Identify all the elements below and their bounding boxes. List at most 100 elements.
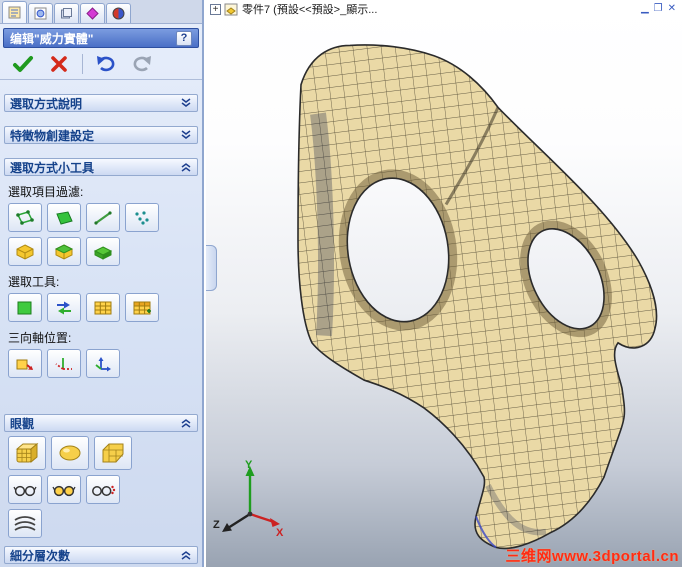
glasses-wireframe-icon — [13, 485, 37, 496]
triad-align-icon — [95, 356, 111, 371]
select-faces-button[interactable] — [8, 293, 42, 322]
chevron-down-icon — [180, 98, 192, 108]
tab-display-manager[interactable] — [54, 3, 79, 23]
swap-selection-icon — [57, 301, 71, 314]
part-document-icon — [224, 3, 238, 15]
filter-body-flat-button[interactable] — [86, 237, 120, 266]
isoparm-layers-button[interactable] — [8, 509, 42, 538]
green-check-icon — [13, 55, 33, 72]
display-cage-cut-button[interactable] — [94, 436, 132, 470]
filter-body-flat-icon — [93, 245, 113, 260]
filter-body-face-icon — [54, 243, 74, 260]
orientation-triad: Y X Z — [213, 459, 284, 539]
glasses-wireframe-button[interactable] — [8, 475, 42, 504]
swap-selection-button[interactable] — [47, 293, 81, 322]
section-subdivision[interactable]: 細分層次數 — [4, 546, 198, 564]
section-selection-help[interactable]: 選取方式說明 — [4, 94, 198, 112]
group-label-selection-filter: 選取項目過濾: — [8, 185, 84, 199]
view-icon-row-1 — [0, 436, 202, 470]
display-cage-cut-icon — [102, 443, 124, 463]
magenta-diamond-icon — [86, 7, 99, 20]
section-selection-tools[interactable]: 選取方式小工具 — [4, 158, 198, 176]
glasses-points-button[interactable] — [86, 475, 120, 504]
tab-configuration[interactable] — [28, 3, 53, 23]
window-controls: ▁ ❐ ✕ — [641, 4, 676, 14]
section-feature-create[interactable]: 特徵物創建設定 — [4, 126, 198, 144]
minimize-icon[interactable]: ▁ — [641, 4, 649, 14]
filter-icon-row-2 — [0, 237, 202, 266]
display-cage-box-button[interactable] — [8, 436, 46, 470]
undo-arrow-icon — [97, 55, 115, 71]
toolbar-separator — [82, 53, 83, 74]
select-table-button[interactable] — [125, 293, 159, 322]
property-manager-panel: 编辑"威力實體" ? 選取方式說明 特徵物創建設定 選取方式小工具 選取項目過濾… — [0, 0, 204, 567]
glasses-points-icon — [92, 485, 116, 496]
filter-body-button[interactable] — [8, 237, 42, 266]
watermark-text: 三维网www.3dportal.cn — [505, 548, 679, 565]
glasses-shaded-button[interactable] — [47, 475, 81, 504]
section-label: 眼觀 — [10, 416, 35, 431]
filter-body-icon — [16, 243, 34, 260]
filter-points-button[interactable] — [125, 203, 159, 232]
axis-y-label: Y — [245, 459, 253, 471]
ok-button[interactable] — [10, 52, 36, 76]
axis-z-label: Z — [213, 519, 220, 531]
select-grid-icon — [94, 301, 112, 314]
redo-arrow-icon — [133, 55, 151, 71]
glasses-shaded-icon — [52, 485, 76, 496]
select-faces-icon — [17, 301, 32, 314]
feature-tree-expand-icon[interactable]: + — [210, 3, 221, 15]
triad-move-button[interactable] — [47, 349, 81, 378]
redo-button[interactable] — [129, 52, 155, 76]
filter-body-face-button[interactable] — [47, 237, 81, 266]
cancel-button[interactable] — [46, 52, 72, 76]
display-smooth-icon — [59, 445, 81, 461]
filter-faces-icon — [56, 210, 73, 225]
red-x-icon — [51, 55, 67, 72]
red-blue-orb-icon — [112, 7, 125, 20]
filter-vertices-icon — [16, 209, 34, 225]
axis-x-label: X — [276, 527, 284, 539]
panel-collapse-handle[interactable] — [206, 245, 217, 291]
tab-appearance[interactable] — [106, 3, 131, 23]
chevron-down-icon — [180, 130, 192, 140]
tools-icon-row — [0, 293, 202, 322]
section-view[interactable]: 眼觀 — [4, 414, 198, 432]
restore-icon[interactable]: ❐ — [654, 4, 663, 14]
help-button[interactable]: ? — [176, 30, 192, 46]
close-icon[interactable]: ✕ — [668, 4, 676, 14]
chevron-up-icon — [180, 162, 192, 172]
panel-title: 编辑"威力實體" — [10, 31, 94, 46]
group-label-triad-position: 三向軸位置: — [8, 331, 72, 345]
filter-edges-button[interactable] — [86, 203, 120, 232]
triad-move-icon — [55, 357, 72, 370]
stacked-layers-icon — [61, 8, 72, 19]
document-lines-icon — [8, 6, 21, 19]
triad-default-button[interactable] — [8, 349, 42, 378]
filter-points-icon — [135, 210, 149, 225]
section-label: 選取方式小工具 — [10, 160, 95, 175]
tab-property-manager[interactable] — [2, 1, 27, 23]
filter-vertices-button[interactable] — [8, 203, 42, 232]
triad-default-icon — [16, 359, 33, 370]
section-label: 特徵物創建設定 — [10, 128, 95, 143]
view-icon-row-3 — [0, 509, 202, 538]
app-window: 编辑"威力實體" ? 選取方式說明 特徵物創建設定 選取方式小工具 選取項目過濾… — [0, 0, 682, 567]
chevron-up-icon — [180, 418, 192, 428]
document-title-bar: + 零件7 (預設<<預設>_顯示... ▁ ❐ ✕ — [206, 0, 682, 18]
triad-align-button[interactable] — [86, 349, 120, 378]
panel-header: 编辑"威力實體" ? — [3, 28, 199, 48]
view-icon-row-2 — [0, 475, 202, 504]
undo-button[interactable] — [93, 52, 119, 76]
display-smooth-button[interactable] — [51, 436, 89, 470]
group-label-selection-tools: 選取工具: — [8, 275, 60, 289]
section-label: 選取方式說明 — [10, 96, 83, 111]
graphics-viewport[interactable]: + 零件7 (預設<<預設>_顯示... ▁ ❐ ✕ Y X Z 三维网www.… — [206, 0, 682, 567]
filter-icon-row-1 — [0, 203, 202, 232]
filter-faces-button[interactable] — [47, 203, 81, 232]
tab-dimxpert[interactable] — [80, 3, 105, 23]
select-grid-button[interactable] — [86, 293, 120, 322]
document-title: 零件7 (預設<<預設>_顯示... — [242, 4, 378, 16]
isoparm-layers-icon — [14, 515, 36, 531]
display-cage-box-icon — [15, 442, 39, 464]
